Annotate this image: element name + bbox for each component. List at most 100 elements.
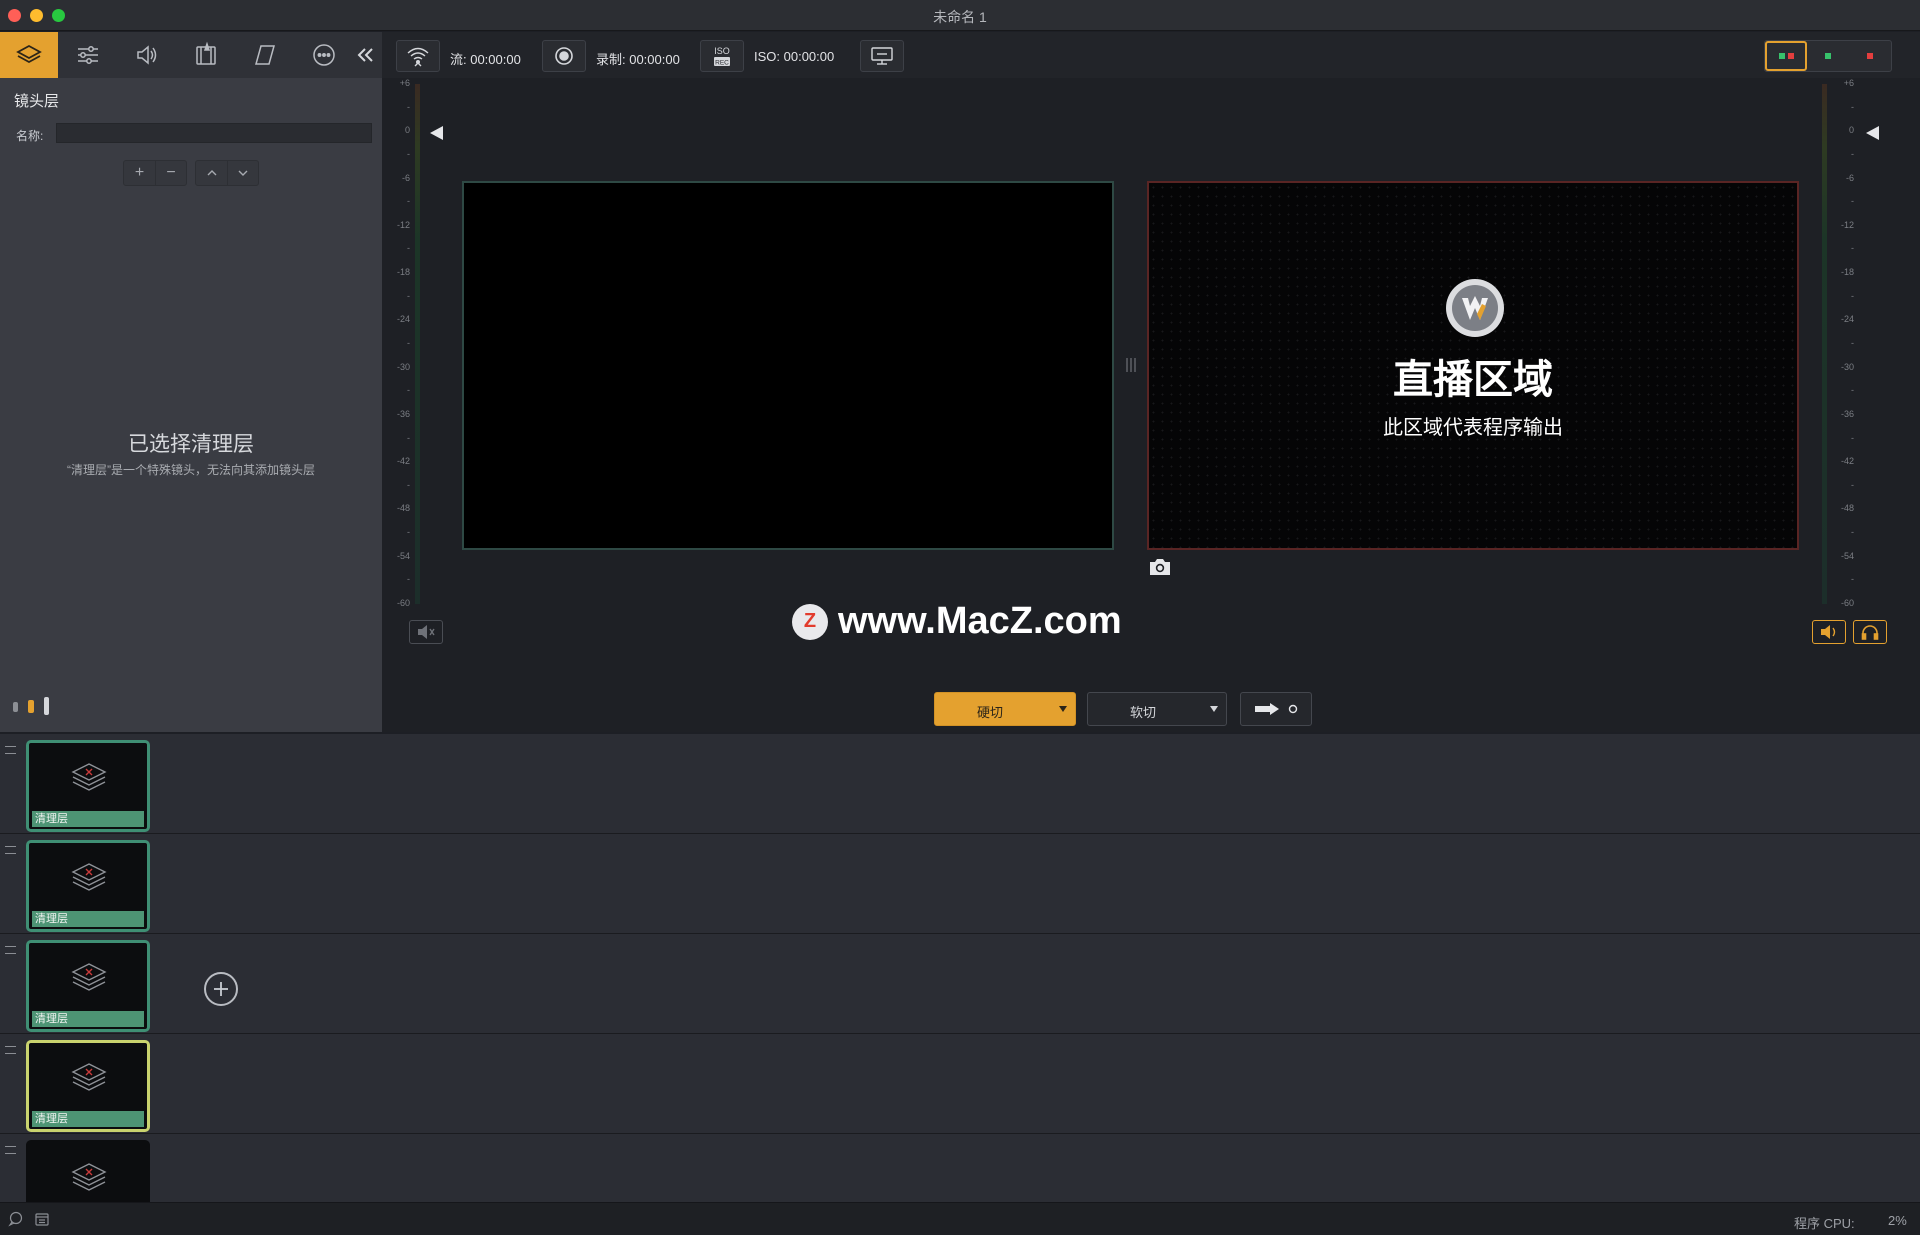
meter-tick-label: - xyxy=(1851,243,1854,254)
meter-tick-label: 0 xyxy=(404,125,410,136)
snapshot-button[interactable] xyxy=(1148,557,1172,577)
meter-tick-label: -30 xyxy=(396,361,410,372)
shot-list: 清理层 清理层 清理层 清理层 xyxy=(0,734,1920,1202)
drag-handle-icon[interactable] xyxy=(5,746,16,754)
meter-tick-label: -54 xyxy=(1840,550,1854,561)
tab-shot-edit[interactable] xyxy=(177,32,235,78)
live-audio-meter: +6 - 0 - -6 - -12 - -18 - -24 - -30 - -36 - -42 - -48 - -54 -… xyxy=(1822,78,1858,608)
dropdown-arrow-icon xyxy=(1210,706,1218,712)
meter-tick-label: - xyxy=(407,479,410,490)
collapse-panel-button[interactable] xyxy=(348,32,382,78)
chat-icon[interactable] xyxy=(8,1211,24,1227)
shot-row: 清理层 xyxy=(0,834,1920,934)
meter-tick-label: - xyxy=(1851,527,1854,538)
cpu-value: 2% xyxy=(1888,1213,1907,1228)
preview-mute-button[interactable] xyxy=(409,620,443,644)
shot-card[interactable]: 清理层 xyxy=(26,940,150,1032)
live-area-title: 直播区域 xyxy=(1393,358,1553,402)
chevron-up-icon xyxy=(207,170,216,176)
layout-dual-button[interactable] xyxy=(1765,41,1807,71)
title-bar: 未命名 1 xyxy=(0,0,1920,31)
meter-tick-label: - xyxy=(1851,432,1854,443)
record-button[interactable] xyxy=(542,40,586,72)
drag-handle-icon[interactable] xyxy=(5,1046,16,1054)
shot-card[interactable]: 清理层 xyxy=(26,740,150,832)
layout-live-only-button[interactable] xyxy=(1849,41,1891,71)
iso-record-button[interactable]: ISO REC xyxy=(700,40,744,72)
hard-cut-dropdown[interactable]: 硬切 xyxy=(934,692,1076,726)
meter-tick-label: -18 xyxy=(396,267,410,278)
meter-tick-label: -60 xyxy=(1840,598,1854,608)
meter-tick-label: -30 xyxy=(1840,361,1854,372)
splitter-handle[interactable] xyxy=(1125,357,1137,373)
remove-layer-button[interactable]: − xyxy=(155,161,186,185)
shot-card[interactable] xyxy=(26,1140,150,1202)
parallelogram-icon xyxy=(255,45,275,65)
go-transition-button[interactable] xyxy=(1240,692,1312,726)
meter-tick-label: - xyxy=(1851,574,1854,585)
hard-cut-label: 硬切 xyxy=(976,705,1003,720)
preview-volume-handle[interactable] xyxy=(430,126,443,140)
output-display-button[interactable] xyxy=(860,40,904,72)
move-layer-up-button[interactable] xyxy=(196,161,227,185)
empty-state-title: 已选择清理层 xyxy=(128,433,254,456)
shot-label: 清理层 xyxy=(32,1011,144,1027)
camera-icon xyxy=(1150,559,1170,575)
sliders-icon xyxy=(78,46,98,64)
tab-layers[interactable] xyxy=(0,32,58,78)
live-monitor-audio-button[interactable] xyxy=(1812,620,1846,644)
clear-layer-icon xyxy=(71,763,107,791)
layer-panel: 镜头层 名称: + − 已选择清理层 “清理层”是一个特殊镜头，无法向其添加镜头… xyxy=(0,32,382,732)
move-layer-down-button[interactable] xyxy=(227,161,258,185)
tab-audio[interactable] xyxy=(118,32,176,78)
calendar-icon[interactable] xyxy=(34,1211,50,1227)
meter-bar xyxy=(1822,84,1827,604)
plus-icon xyxy=(214,982,228,996)
name-label: 名称: xyxy=(16,129,44,143)
tab-more[interactable] xyxy=(295,32,353,78)
status-bar: 程序 CPU: 2% xyxy=(0,1202,1920,1235)
add-layer-button[interactable]: + xyxy=(124,161,155,185)
layer-name-input[interactable] xyxy=(56,123,372,143)
meter-tick-label: - xyxy=(407,574,410,585)
preview-indicator-icon xyxy=(1778,53,1785,59)
meter-tick-label: -42 xyxy=(396,456,410,467)
shot-label: 清理层 xyxy=(32,1111,144,1127)
live-indicator-icon xyxy=(1787,53,1794,59)
drag-handle-icon[interactable] xyxy=(5,946,16,954)
shot-label: 清理层 xyxy=(32,911,144,927)
live-screen[interactable]: 直播区域 此区域代表程序输出 xyxy=(1147,181,1799,550)
shot-card-selected[interactable]: 清理层 xyxy=(26,1040,150,1132)
stream-button[interactable] xyxy=(396,40,440,72)
live-volume-handle[interactable] xyxy=(1866,126,1879,140)
soft-cut-dropdown[interactable]: 软切 xyxy=(1087,692,1227,726)
meter-bar xyxy=(415,84,420,604)
svg-text:ISO: ISO xyxy=(714,46,730,56)
preview-screen[interactable] xyxy=(462,181,1114,550)
macz-logo-icon: Z xyxy=(792,603,828,640)
chevron-down-icon xyxy=(238,170,248,176)
left-toolbar xyxy=(0,32,382,78)
shot-card[interactable]: 清理层 xyxy=(26,840,150,932)
monitor-icon xyxy=(871,47,893,65)
headphones-button[interactable] xyxy=(1853,620,1887,644)
drag-handle-icon[interactable] xyxy=(5,1146,16,1154)
add-remove-layer-group: + − xyxy=(123,160,187,186)
drag-handle-icon[interactable] xyxy=(5,846,16,854)
meter-tick-label: -12 xyxy=(1840,219,1854,230)
tab-adjustments[interactable] xyxy=(59,32,117,78)
layout-preview-only-button[interactable] xyxy=(1807,41,1849,71)
meter-tick-label: 0 xyxy=(1848,125,1854,136)
shot-label: 清理层 xyxy=(32,811,144,827)
meter-tick-label: - xyxy=(407,385,410,396)
meter-tick-label: -18 xyxy=(1840,267,1854,278)
meter-tick-label: - xyxy=(1851,385,1854,396)
meter-tick-label: -36 xyxy=(396,408,410,419)
add-shot-button[interactable] xyxy=(204,972,238,1006)
shot-size-slider-icon[interactable] xyxy=(12,696,52,716)
iso-rec-icon: ISO REC xyxy=(714,46,730,67)
meter-tick-label: - xyxy=(1851,479,1854,490)
tab-transform[interactable] xyxy=(236,32,294,78)
clear-layer-icon xyxy=(71,963,107,991)
watermark: Z www.MacZ.com xyxy=(792,600,1122,643)
